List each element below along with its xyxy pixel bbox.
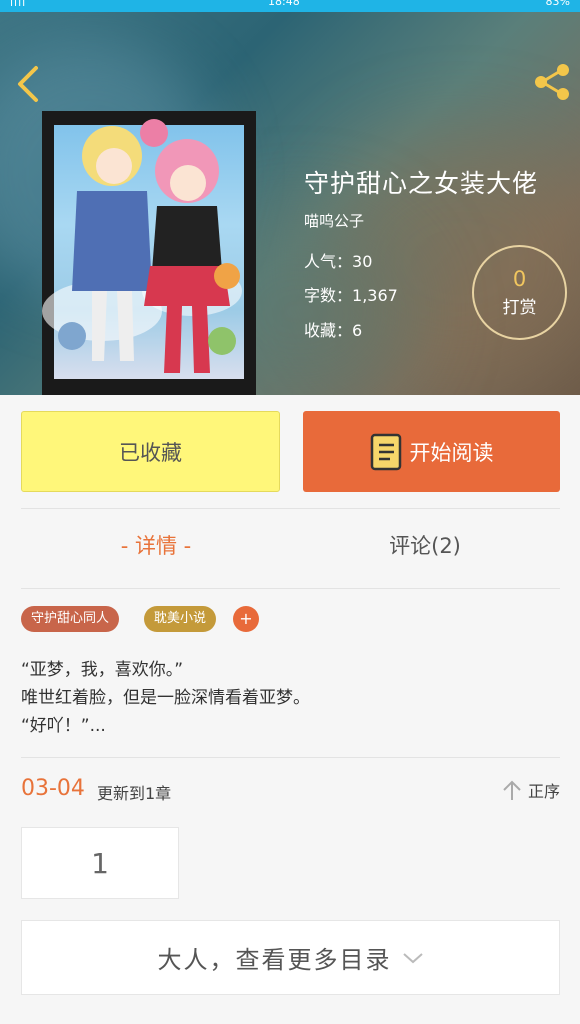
sort-order-label: 正序: [527, 782, 560, 801]
share-icon: [535, 64, 569, 100]
word-count-stat: 字数：1,367: [304, 282, 398, 306]
favorites-stat: 收藏：6: [304, 317, 362, 341]
book-icon: [370, 433, 401, 470]
chapter-item[interactable]: 1: [21, 827, 179, 899]
author-name[interactable]: 喵呜公子: [304, 210, 364, 231]
tip-button[interactable]: 0 打赏: [472, 245, 567, 340]
synopsis[interactable]: “亚梦，我，喜欢你。” 唯世红着脸，但是一脸深情看着亚梦。 “好吖！”...: [21, 656, 561, 740]
word-count-label: 字数：: [304, 286, 353, 305]
battery-level: 83%: [545, 0, 570, 8]
tag-fandom[interactable]: 守护甜心同人: [21, 606, 120, 632]
popularity-label: 人气：: [304, 252, 353, 271]
word-count-value: 1,367: [352, 286, 398, 305]
divider: [21, 588, 560, 589]
favorited-button[interactable]: 已收藏: [21, 411, 280, 492]
tab-comments[interactable]: 评论(2): [290, 530, 560, 570]
start-reading-button[interactable]: 开始阅读: [303, 411, 560, 492]
book-title: 守护甜心之女装大佬: [304, 169, 539, 198]
status-bar: ıllı 18:48 83%: [0, 0, 580, 12]
status-time: 18:48: [268, 0, 300, 8]
add-tag-button[interactable]: +: [233, 606, 259, 632]
tag-genre[interactable]: 耽美小说: [144, 606, 217, 632]
signal-icon: ıllı: [10, 0, 27, 9]
favorites-label: 收藏：: [304, 321, 353, 340]
popularity-stat: 人气：30: [304, 248, 372, 272]
update-info: 更新到1章: [97, 784, 172, 803]
synopsis-line: 唯世红着脸，但是一脸深情看着亚梦。: [21, 688, 310, 708]
sort-order-button[interactable]: 正序: [502, 778, 560, 802]
synopsis-line: “好吖！”...: [21, 716, 106, 736]
divider: [21, 508, 560, 509]
share-button[interactable]: [530, 60, 574, 104]
update-date: 03-04: [21, 776, 85, 801]
chevron-down-icon: [402, 952, 423, 963]
view-more-catalog-label: 大人，查看更多目录: [157, 946, 392, 974]
synopsis-line: “亚梦，我，喜欢你。”: [21, 660, 184, 680]
favorites-value: 6: [352, 321, 363, 340]
back-arrow-icon: [18, 66, 38, 102]
back-button[interactable]: [10, 62, 46, 106]
tip-count: 0: [512, 267, 527, 291]
view-more-catalog-button[interactable]: 大人，查看更多目录: [21, 920, 560, 995]
tab-details[interactable]: - 详情 -: [21, 530, 291, 570]
popularity-value: 30: [352, 252, 373, 271]
sort-up-arrow-icon: [503, 780, 521, 800]
divider: [21, 757, 560, 758]
start-reading-label: 开始阅读: [409, 440, 494, 465]
book-cover-image: [42, 111, 256, 395]
book-header: 守护甜心之女装大佬 喵呜公子 人气：30 字数：1,367 收藏：6 0 打赏: [0, 12, 580, 395]
tip-label: 打赏: [502, 298, 537, 318]
